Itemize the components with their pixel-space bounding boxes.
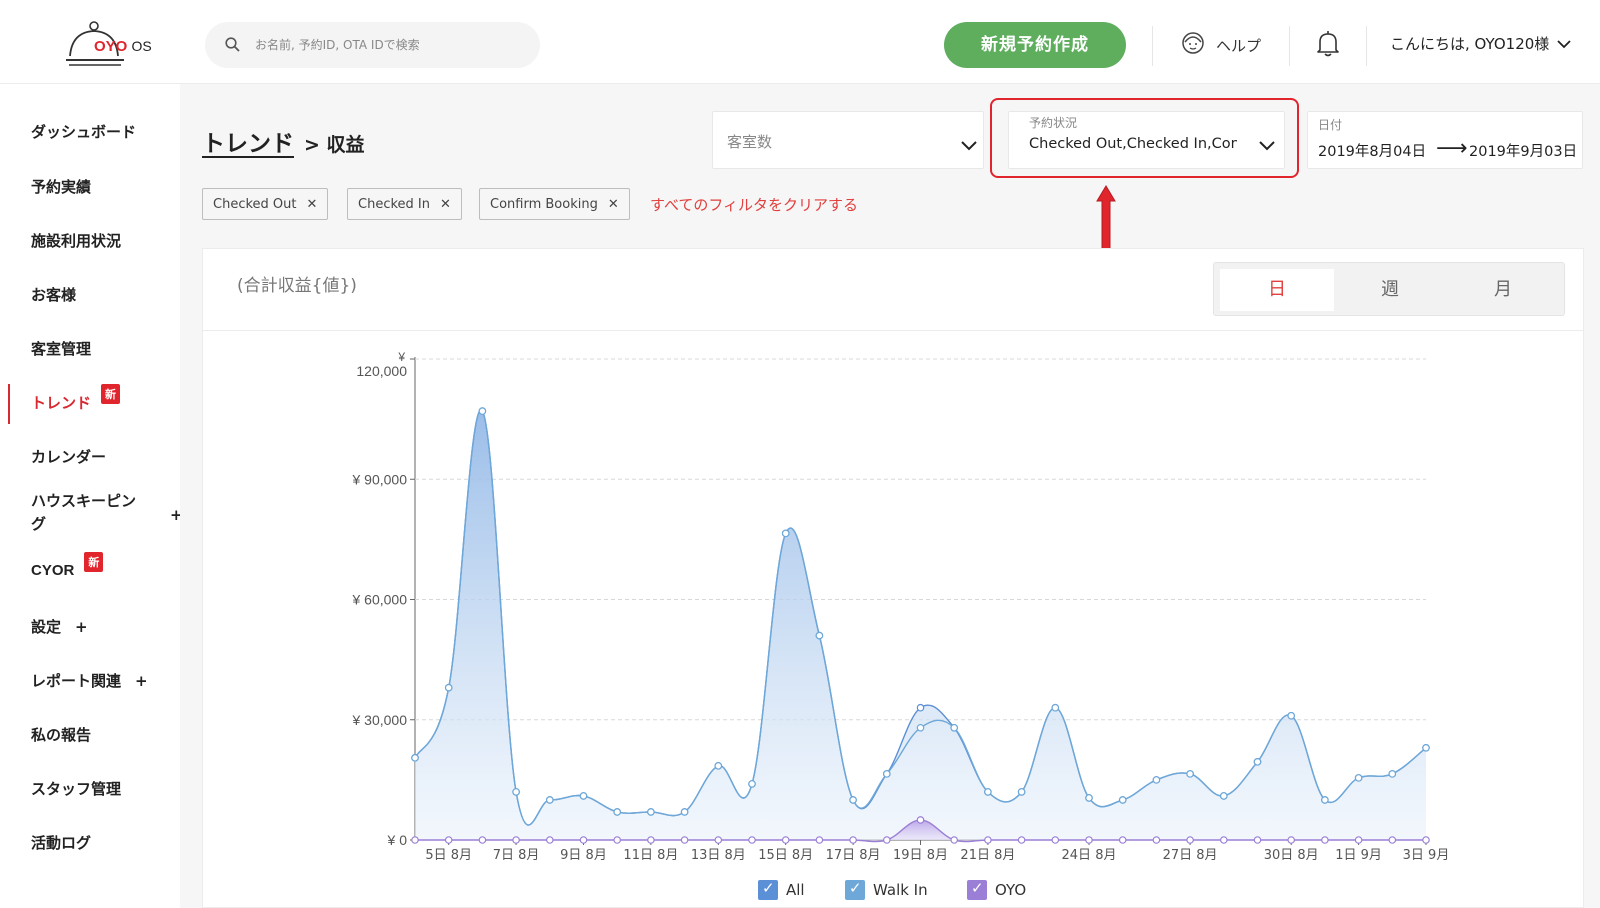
data-point-walk-in [1085, 794, 1093, 802]
data-point-oyo [1051, 836, 1060, 844]
data-point-walk-in [882, 770, 891, 778]
data-point-walk-in [478, 407, 487, 415]
data-point-walk-in [1017, 788, 1026, 796]
data-point-walk-in [680, 808, 689, 816]
data-point-walk-in [647, 808, 655, 816]
data-point-oyo [512, 836, 520, 844]
data-point-walk-in [1220, 792, 1228, 800]
data-point-oyo [1017, 836, 1026, 844]
data-point-oyo [1118, 836, 1127, 844]
data-point-oyo [882, 836, 891, 844]
x-tick-label: 1日 9月 [1335, 848, 1382, 863]
y-tick-label: ¥ 90,000 [352, 471, 408, 487]
legend-item-walk-in[interactable]: Walk In [845, 879, 928, 900]
data-point-walk-in [1051, 703, 1060, 712]
data-point-walk-in [916, 723, 925, 732]
data-point-oyo [1354, 836, 1363, 844]
data-point-oyo [1321, 836, 1329, 844]
x-tick-label: 21日 8月 [960, 848, 1015, 863]
data-point-walk-in [444, 683, 453, 692]
data-point-walk-in [714, 762, 723, 770]
x-tick-label: 19日 8月 [893, 848, 948, 863]
data-point-walk-in [579, 792, 588, 800]
data-point-oyo [916, 816, 925, 824]
data-point-walk-in [613, 808, 622, 816]
data-point-oyo [1388, 836, 1397, 844]
checkbox-icon [758, 879, 778, 900]
x-tick-label: 24日 8月 [1062, 848, 1117, 863]
data-point-walk-in [950, 723, 959, 732]
y-tick-label: ¥ 30,000 [352, 712, 408, 728]
data-point-walk-in [1287, 711, 1296, 720]
x-tick-label: 30日 8月 [1264, 848, 1319, 863]
data-point-oyo [1152, 836, 1161, 844]
data-point-oyo [647, 836, 655, 844]
legend-item-oyo[interactable]: OYO [967, 879, 1027, 900]
data-point-walk-in [1253, 758, 1262, 766]
data-point-oyo [950, 836, 959, 844]
data-point-walk-in [1186, 770, 1194, 778]
checkbox-icon [967, 879, 987, 900]
data-point-walk-in [781, 529, 790, 538]
x-tick-label: 15日 8月 [758, 848, 813, 863]
x-tick-label: 9日 8月 [560, 848, 607, 863]
y-tick-label: ¥ 60,000 [352, 592, 408, 608]
data-point-oyo [815, 836, 824, 844]
data-point-oyo [444, 836, 453, 844]
currency-symbol-label: ¥ [397, 350, 405, 364]
y-tick-label: 120,000 [356, 363, 407, 379]
data-point-oyo [680, 836, 689, 844]
series-area-all [415, 410, 1426, 840]
x-tick-label: 3日 9月 [1403, 848, 1450, 863]
data-point-walk-in [1354, 774, 1363, 782]
data-point-oyo [781, 836, 790, 844]
legend-label: Walk In [873, 881, 928, 899]
data-point-walk-in [1152, 776, 1161, 784]
data-point-oyo [579, 836, 588, 844]
revenue-area-chart: ¥ 0 ¥ 30,000 ¥ 60,000 ¥ 90,000 120,000¥5日 8月… [352, 350, 1450, 863]
data-point-oyo [1422, 836, 1430, 844]
data-point-oyo [1186, 836, 1194, 844]
x-tick-label: 27日 8月 [1163, 848, 1218, 863]
data-point-oyo [714, 836, 723, 844]
data-point-oyo [748, 836, 756, 844]
legend-label: All [786, 881, 805, 899]
data-point-oyo [849, 836, 857, 844]
data-point-walk-in [512, 788, 520, 796]
data-point-walk-in [1422, 744, 1430, 752]
y-tick-label: ¥ 0 [387, 832, 408, 848]
x-tick-label: 13日 8月 [691, 848, 746, 863]
legend-item-all[interactable]: All [758, 879, 805, 900]
data-point-walk-in [849, 796, 857, 804]
data-point-oyo [545, 836, 554, 844]
data-point-oyo [1220, 836, 1228, 844]
x-tick-label: 5日 8月 [425, 848, 472, 863]
x-tick-label: 17日 8月 [826, 848, 881, 863]
data-point-walk-in [984, 788, 992, 796]
legend-label: OYO [995, 881, 1027, 899]
data-point-oyo [1287, 836, 1296, 844]
data-point-walk-in [748, 780, 756, 788]
data-point-walk-in [815, 631, 824, 640]
data-point-walk-in [1388, 770, 1397, 778]
data-point-walk-in [545, 796, 554, 804]
data-point-oyo [411, 836, 419, 844]
checkbox-icon [845, 879, 865, 900]
data-point-oyo [478, 836, 487, 844]
data-point-oyo [984, 836, 992, 844]
x-tick-label: 11日 8月 [623, 848, 678, 863]
x-tick-label: 7日 8月 [493, 848, 540, 863]
data-point-oyo [613, 836, 622, 844]
data-point-all [916, 703, 925, 712]
data-point-walk-in [411, 754, 419, 762]
data-point-oyo [1253, 836, 1262, 844]
data-point-walk-in [1118, 796, 1127, 804]
data-point-oyo [1085, 836, 1093, 844]
data-point-walk-in [1321, 796, 1329, 804]
